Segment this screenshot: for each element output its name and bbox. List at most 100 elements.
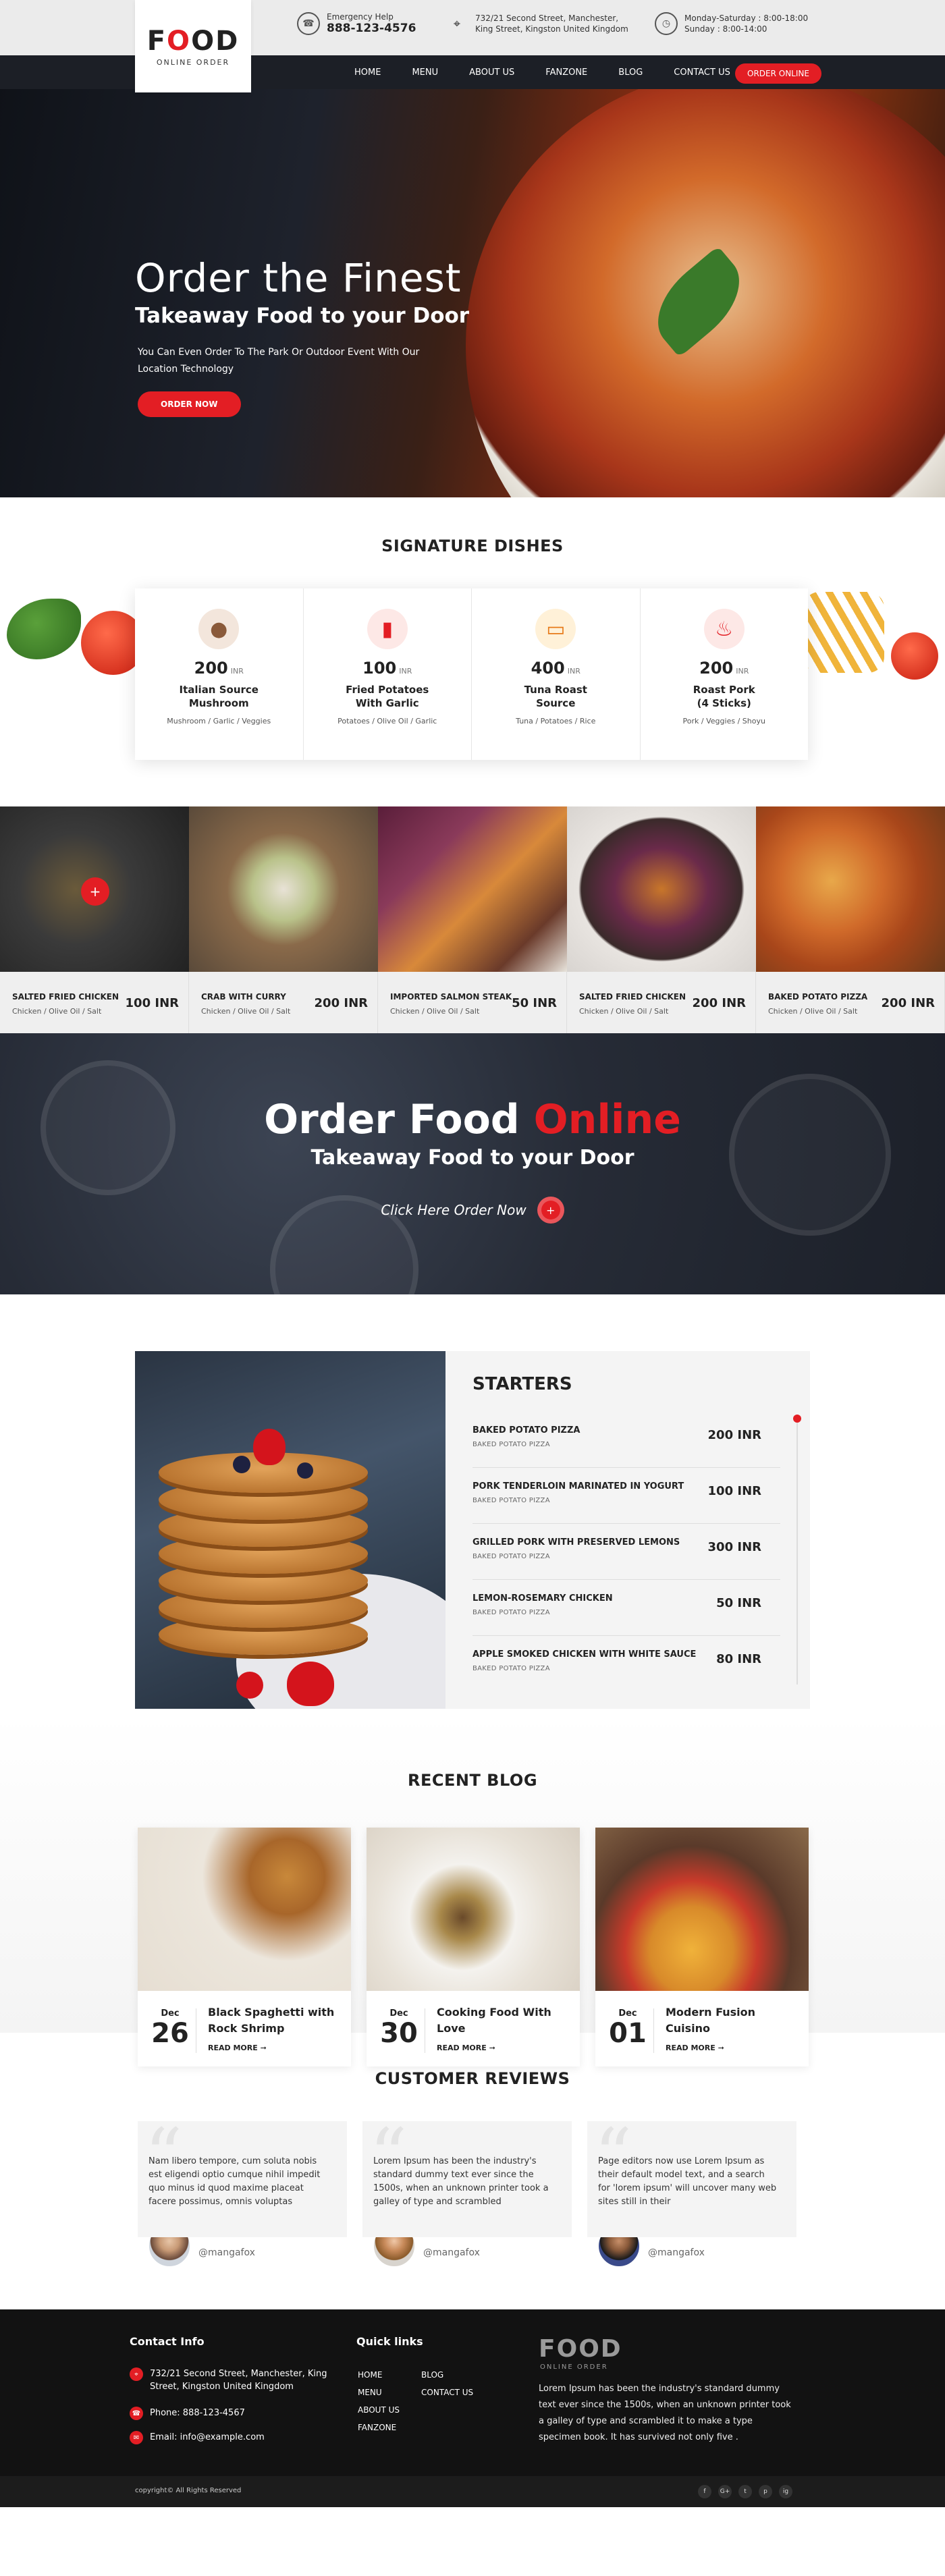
menu-item-price: 80 INR xyxy=(716,1652,761,1666)
footer-address: ⌖ 732/21 Second Street, Manchester, King… xyxy=(130,2367,332,2393)
roast-pork-icon: ♨ xyxy=(703,609,745,649)
dish-ingredients: Mushroom / Garlic / Veggies xyxy=(167,717,271,725)
nav-contact[interactable]: CONTACT US xyxy=(674,67,730,78)
blog-cards: Dec 26 Black Spaghetti with Rock Shrimp … xyxy=(138,1828,809,2066)
banner-subtitle: Takeaway Food to your Door xyxy=(310,1146,634,1170)
blog-image xyxy=(367,1828,580,1991)
footer-logo[interactable]: FOOD xyxy=(539,2335,622,2363)
cta-label: Click Here Order Now xyxy=(381,1202,526,1218)
footer-link-menu[interactable]: MENU xyxy=(358,2388,382,2397)
blog-title[interactable]: Modern Fusion Cuisino xyxy=(666,2004,794,2037)
footer-phone[interactable]: ☎ Phone: 888-123-4567 xyxy=(130,2407,332,2420)
menu-item[interactable]: APPLE SMOKED CHICKEN WITH WHITE SAUCE BA… xyxy=(473,1636,780,1692)
menu-item[interactable]: BAKED POTATO PIZZA BAKED POTATO PIZZA 20… xyxy=(473,1412,780,1468)
blog-card[interactable]: Dec 01 Modern Fusion Cuisino READ MORE ➞ xyxy=(595,1828,809,2066)
tomato-decoration xyxy=(891,632,938,680)
blog-month: Dec xyxy=(161,2008,180,2019)
review-handle[interactable]: @mangafox xyxy=(423,2247,480,2258)
order-now-button[interactable]: ORDER NOW xyxy=(138,391,241,417)
menu-item[interactable]: GRILLED PORK WITH PRESERVED LEMONS BAKED… xyxy=(473,1524,780,1580)
review-cards: “ Nam libero tempore, cum soluta nobis e… xyxy=(138,2118,796,2268)
location-pin-icon: ⌖ xyxy=(130,2367,143,2381)
footer-link-blog[interactable]: BLOG xyxy=(421,2370,443,2380)
plus-icon[interactable]: + xyxy=(537,1197,564,1224)
add-button[interactable]: + xyxy=(81,877,109,906)
recent-blog-section: RECENT BLOG Dec 26 Black Spaghetti with … xyxy=(0,1716,945,2066)
footer-link-about[interactable]: ABOUT US xyxy=(358,2405,400,2415)
site-logo[interactable]: FOOD ONLINE ORDER xyxy=(135,0,251,92)
dish-name: Fried Potatoes With Garlic xyxy=(346,684,429,709)
menu-item-price: 100 INR xyxy=(707,1484,761,1498)
address-line-2: King Street, Kingston United Kingdom xyxy=(475,24,628,34)
footer-link-fanzone[interactable]: FANZONE xyxy=(358,2423,396,2432)
menu-item[interactable]: PORK TENDERLOIN MARINATED IN YOGURT BAKE… xyxy=(473,1468,780,1524)
blog-title[interactable]: Cooking Food With Love xyxy=(437,2004,565,2037)
dish-card[interactable]: ▮ 100 INR Fried Potatoes With Garlic Potat… xyxy=(304,588,472,760)
scroll-thumb[interactable] xyxy=(793,1415,801,1423)
dish-name: Tuna Roast Source xyxy=(524,684,587,709)
order-now-cta[interactable]: Click Here Order Now + xyxy=(381,1197,564,1224)
menu-item-price: 200 INR xyxy=(707,1428,761,1442)
nav-about[interactable]: ABOUT US xyxy=(469,67,514,78)
blog-card[interactable]: Dec 30 Cooking Food With Love READ MORE … xyxy=(367,1828,580,2066)
review-card: “ Nam libero tempore, cum soluta nobis e… xyxy=(138,2118,347,2268)
footer-email[interactable]: ✉ Email: info@example.com xyxy=(130,2431,332,2444)
dish-card[interactable]: ● 200 INR Italian Source Mushroom Mushroom… xyxy=(135,588,304,760)
fries-drink-icon: ▮ xyxy=(367,609,408,649)
footer-link-home[interactable]: HOME xyxy=(358,2370,382,2380)
hero-text: You Can Even Order To The Park Or Outdoo… xyxy=(138,347,420,375)
twitter-icon[interactable]: t xyxy=(738,2485,752,2498)
logo-text: FOOD xyxy=(146,26,240,57)
blog-card[interactable]: Dec 26 Black Spaghetti with Rock Shrimp … xyxy=(138,1828,351,2066)
review-card: “ Lorem Ipsum has been the industry's st… xyxy=(362,2118,572,2268)
gallery-item[interactable]: SALTED FRIED CHICKEN Chicken / Olive Oil… xyxy=(567,806,756,1033)
review-box: “ Nam libero tempore, cum soluta nobis e… xyxy=(138,2118,347,2237)
dish-price: 400 INR xyxy=(531,659,580,678)
dish-card[interactable]: ♨ 200 INR Roast Pork (4 Sticks) Pork / Veg… xyxy=(641,588,809,760)
nav-home[interactable]: HOME xyxy=(354,67,381,78)
nav-fanzone[interactable]: FANZONE xyxy=(545,67,587,78)
location-pin-icon: ⌖ xyxy=(453,16,461,31)
dish-name: Roast Pork (4 Sticks) xyxy=(693,684,755,709)
gallery-item[interactable]: + SALTED FRIED CHICKEN Chicken / Olive O… xyxy=(0,806,189,1033)
section-title: CUSTOMER REVIEWS xyxy=(375,2069,570,2088)
dish-gallery: + SALTED FRIED CHICKEN Chicken / Olive O… xyxy=(0,806,945,1033)
gallery-caption: BAKED POTATO PIZZA Chicken / Olive Oil /… xyxy=(756,972,945,1033)
menu-item[interactable]: LEMON-ROSEMARY CHICKEN BAKED POTATO PIZZ… xyxy=(473,1580,780,1636)
basil-decoration xyxy=(7,599,81,659)
banner-title: Order Food Online xyxy=(264,1096,681,1143)
hours-info: ◷ Monday-Saturday : 8:00-18:00 Sunday : … xyxy=(655,12,808,35)
footer-logo-subtitle: ONLINE ORDER xyxy=(540,2363,608,2371)
gallery-item[interactable]: BAKED POTATO PIZZA Chicken / Olive Oil /… xyxy=(756,806,945,1033)
nav-menu[interactable]: MENU xyxy=(412,67,438,78)
instagram-icon[interactable]: ig xyxy=(779,2485,792,2498)
nav-blog[interactable]: BLOG xyxy=(618,67,643,78)
starters-list: STARTERS BAKED POTATO PIZZA BAKED POTATO… xyxy=(446,1351,810,1709)
dish-card[interactable]: ▭ 400 INR Tuna Roast Source Tuna / Potatoe… xyxy=(472,588,641,760)
footer-link-contact[interactable]: CONTACT US xyxy=(421,2388,473,2397)
dish-ingredients: Potatoes / Olive Oil / Garlic xyxy=(338,717,437,725)
order-online-button[interactable]: ORDER ONLINE xyxy=(735,63,821,84)
blog-title[interactable]: Black Spaghetti with Rock Shrimp xyxy=(208,2004,336,2037)
pinterest-icon[interactable]: p xyxy=(759,2485,772,2498)
review-box: “ Lorem Ipsum has been the industry's st… xyxy=(362,2118,572,2237)
review-handle[interactable]: @mangafox xyxy=(198,2247,255,2258)
starters-menu-section: STARTERS BAKED POTATO PIZZA BAKED POTATO… xyxy=(0,1294,945,1716)
gallery-image: + xyxy=(0,806,189,972)
top-bar: FOOD ONLINE ORDER ☎ Emergency Help 888-1… xyxy=(0,0,945,92)
gallery-item[interactable]: IMPORTED SALMON STEAK Chicken / Olive Oi… xyxy=(378,806,567,1033)
order-online-banner: Order Food Online Takeaway Food to your … xyxy=(0,1033,945,1294)
gallery-caption: SALTED FRIED CHICKEN Chicken / Olive Oil… xyxy=(567,972,756,1033)
google-plus-icon[interactable]: G+ xyxy=(718,2485,732,2498)
sushi-icon: ▭ xyxy=(535,609,576,649)
address-line-1: 732/21 Second Street, Manchester, xyxy=(475,13,619,23)
strawberry-decoration xyxy=(287,1662,334,1706)
menu-scrollbar[interactable] xyxy=(793,1415,801,1684)
emergency-phone[interactable]: 888-123-4576 xyxy=(327,22,416,35)
facebook-icon[interactable]: f xyxy=(698,2485,711,2498)
gallery-item[interactable]: CRAB WITH CURRY Chicken / Olive Oil / Sa… xyxy=(189,806,378,1033)
gallery-image xyxy=(378,806,567,972)
review-text: Page editors now use Lorem Ipsum as thei… xyxy=(598,2156,777,2207)
review-handle[interactable]: @mangafox xyxy=(648,2247,705,2258)
menu-title: STARTERS xyxy=(473,1374,572,1394)
